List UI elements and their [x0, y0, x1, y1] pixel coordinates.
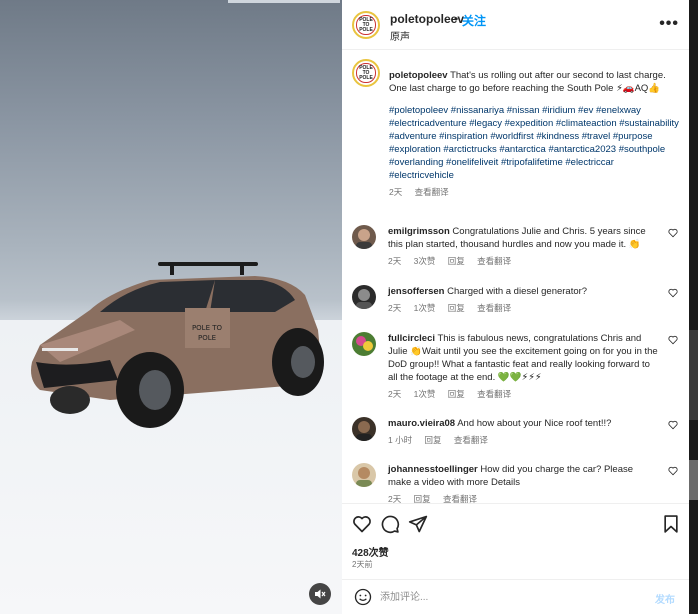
comment-time[interactable]: 2天 [388, 256, 401, 266]
reply-button[interactable]: 回复 [448, 389, 465, 399]
separator-dot: • [454, 12, 459, 26]
comment-body: mauro.vieira08 And how about your Nice r… [388, 417, 658, 447]
svg-text:POLE: POLE [198, 334, 216, 342]
caption-body: poletopoleev That's us rolling out after… [389, 69, 679, 199]
send-icon[interactable] [408, 514, 428, 534]
action-bar: 428次赞 2天前 [342, 503, 689, 575]
comment-meta: 2天 回复 查看翻译 [388, 493, 658, 503]
post-comment-button[interactable]: 发布 [655, 591, 675, 606]
comment-likes[interactable]: 1次赞 [414, 389, 436, 399]
heart-icon[interactable] [668, 288, 678, 298]
heart-icon[interactable] [668, 228, 678, 238]
post-date[interactable]: 2天前 [352, 559, 372, 570]
author-username[interactable]: poletopoleev [390, 12, 464, 26]
comment-time[interactable]: 2天 [388, 389, 401, 399]
car-image: POLE TO POLE [31, 262, 324, 428]
caption-meta: 2天 查看翻译 [389, 186, 679, 199]
mute-button[interactable] [309, 583, 331, 605]
translate-button[interactable]: 查看翻译 [477, 389, 511, 399]
comment-body: jensoffersen Charged with a diesel gener… [388, 285, 658, 315]
caption-translate[interactable]: 查看翻译 [415, 187, 449, 197]
comment-composer: 发布 [342, 579, 689, 614]
comment-avatar[interactable] [352, 417, 376, 441]
heart-icon[interactable] [668, 335, 678, 345]
background-page-edge [689, 0, 698, 614]
comment-meta: 2天 3次赞 回复 查看翻译 [388, 255, 658, 268]
comment-text: Charged with a diesel generator? [447, 286, 588, 297]
translate-button[interactable]: 查看翻译 [443, 494, 477, 503]
comment-avatar[interactable] [352, 332, 376, 356]
reply-button[interactable]: 回复 [414, 494, 431, 503]
comment-body: emilgrimsson Congratulations Julie and C… [388, 225, 658, 268]
comment-likes[interactable]: 1次赞 [414, 303, 436, 313]
comments-list[interactable]: POLE TO POLE poletopoleev That's us rollin… [342, 51, 689, 503]
caption-username[interactable]: poletopoleev [389, 70, 448, 81]
heart-icon[interactable] [668, 466, 678, 476]
comment-username[interactable]: johannesstoellinger [388, 464, 478, 475]
comment-time[interactable]: 2天 [388, 494, 401, 503]
translate-button[interactable]: 查看翻译 [477, 303, 511, 313]
comment-username[interactable]: fullcircleci [388, 333, 435, 344]
comment-body: fullcircleci This is fabulous news, cong… [388, 332, 658, 401]
comment-username[interactable]: jensoffersen [388, 286, 445, 297]
comment-text: And how about your Nice roof tent!!? [457, 418, 612, 429]
comment-time[interactable]: 2天 [388, 303, 401, 313]
comment-time[interactable]: 1 小时 [388, 435, 412, 445]
likes-count[interactable]: 428次赞 [352, 544, 389, 559]
media-top-strip [228, 0, 340, 3]
comment-meta: 2天 1次赞 回复 查看翻译 [388, 388, 658, 401]
post-media[interactable]: POLE TO POLE [0, 0, 342, 614]
reply-button[interactable]: 回复 [448, 256, 465, 266]
translate-button[interactable]: 查看翻译 [454, 435, 488, 445]
reply-button[interactable]: 回复 [448, 303, 465, 313]
comment-avatar[interactable] [352, 225, 376, 249]
emoji-icon[interactable] [354, 588, 372, 606]
follow-button[interactable]: 关注 [462, 12, 486, 29]
comment-username[interactable]: mauro.vieira08 [388, 418, 455, 429]
comment-meta: 1 小时 回复 查看翻译 [388, 434, 658, 447]
heart-icon[interactable] [352, 514, 372, 534]
reply-button[interactable]: 回复 [424, 435, 441, 445]
caption-hashtags[interactable]: #poletopoleev #nissanariya #nissan #irid… [389, 104, 679, 182]
more-icon[interactable]: ••• [659, 15, 679, 33]
bookmark-icon[interactable] [661, 514, 681, 534]
svg-text:POLE TO: POLE TO [192, 324, 223, 332]
comment-avatar[interactable] [352, 463, 376, 487]
comment-input[interactable] [380, 588, 620, 606]
translate-button[interactable]: 查看翻译 [477, 256, 511, 266]
comment-icon[interactable] [380, 514, 400, 534]
volume-muted-icon [315, 589, 326, 599]
caption-time[interactable]: 2天 [389, 187, 402, 197]
comment-avatar[interactable] [352, 285, 376, 309]
audio-label[interactable]: 原声 [390, 28, 410, 43]
comment-body: johannesstoellinger How did you charge t… [388, 463, 658, 503]
comment-likes[interactable]: 3次赞 [414, 256, 436, 266]
comment-username[interactable]: emilgrimsson [388, 226, 450, 237]
caption-avatar[interactable]: POLE TO POLE [352, 59, 380, 87]
heart-icon[interactable] [668, 420, 678, 430]
author-avatar[interactable]: POLE TO POLE [352, 11, 380, 39]
comment-meta: 2天 1次赞 回复 查看翻译 [388, 302, 658, 315]
post-header: POLE TO POLE poletopoleev • 关注 原声 ••• [342, 0, 689, 50]
post-panel: POLE TO POLE poletopoleev • 关注 原声 ••• POLE… [342, 0, 689, 614]
